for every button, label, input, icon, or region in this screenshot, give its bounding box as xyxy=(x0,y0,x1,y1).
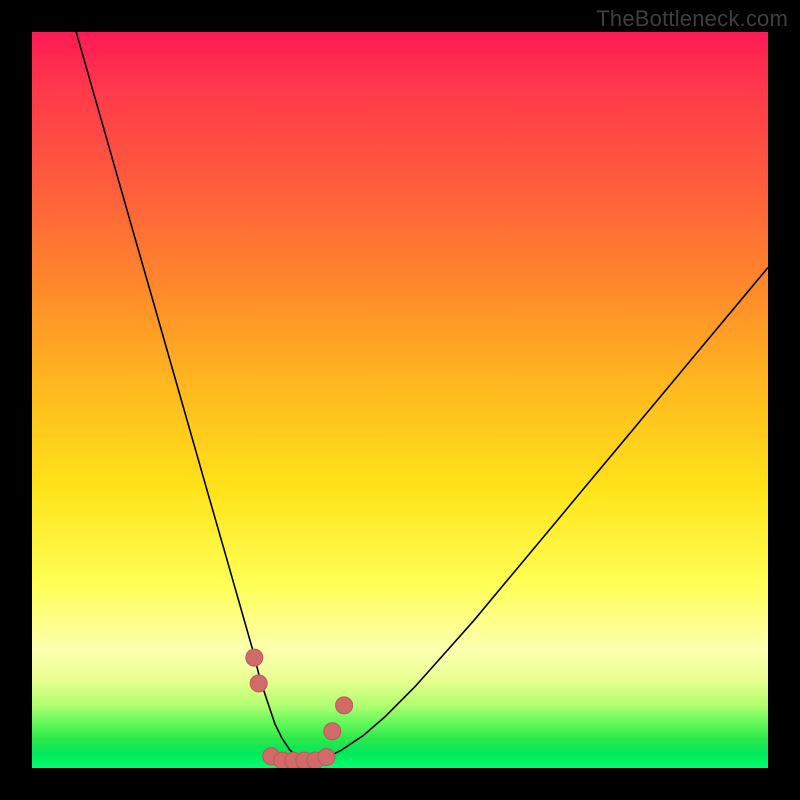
curve-marker xyxy=(250,675,267,692)
curve-marker xyxy=(318,749,335,766)
highlight-markers xyxy=(32,32,768,768)
plot-area xyxy=(32,32,768,768)
curve-marker xyxy=(324,723,341,740)
watermark-text: TheBottleneck.com xyxy=(596,6,788,32)
curve-marker xyxy=(336,697,353,714)
chart-frame: TheBottleneck.com xyxy=(0,0,800,800)
curve-marker xyxy=(246,649,263,666)
